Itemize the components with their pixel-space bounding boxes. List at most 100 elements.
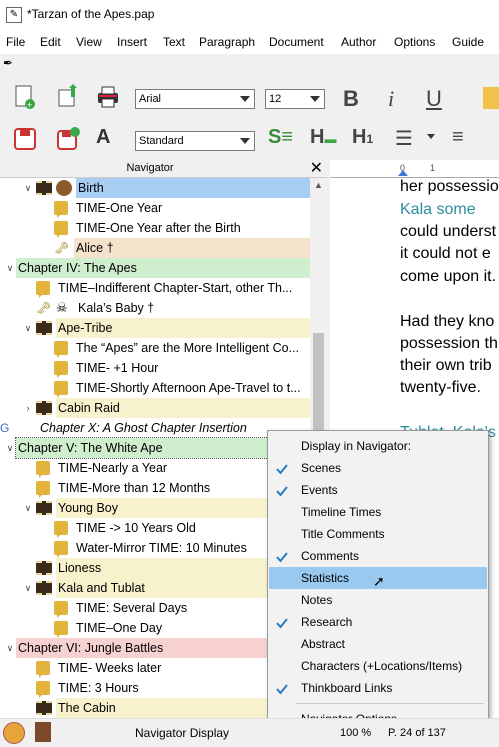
underline-icon[interactable]: U (426, 86, 442, 112)
navigator-row[interactable]: 🗝 ☠ Kala’s Baby † (0, 298, 310, 318)
status-bar: Navigator Display 100 % P. 24 of 137 (0, 718, 499, 747)
style-list-icon[interactable]: S≡ (268, 126, 293, 149)
navigator-row[interactable]: G Chapter X: A Ghost Chapter Insertion (0, 418, 310, 438)
navigator-tree[interactable]: ∨ Birth TIME-One Year TIME-One Year after t… (0, 178, 310, 718)
menu-text[interactable]: Text (163, 35, 185, 49)
menu-file[interactable]: File (6, 35, 25, 49)
font-combo[interactable]: Arial (135, 89, 255, 109)
navigator-row[interactable]: TIME-More than 12 Months (0, 478, 310, 498)
expand-chevron-icon[interactable]: ∨ (23, 318, 33, 338)
print-icon[interactable] (95, 84, 121, 110)
navigator-row[interactable]: ∨ Chapter IV: The Apes (0, 258, 310, 278)
heading1-icon[interactable]: H▬ (310, 126, 336, 149)
bold-icon[interactable]: B (343, 86, 359, 112)
editor-text-line: could underst (400, 223, 497, 240)
menu-view[interactable]: View (76, 35, 102, 49)
new-document-icon[interactable]: + (12, 84, 38, 110)
spacing-icon[interactable]: ≡ (452, 126, 464, 149)
navigator-row[interactable]: TIME: Several Days (0, 598, 310, 618)
close-icon[interactable]: ✕ (310, 158, 323, 178)
collapse-chevron-icon[interactable]: › (23, 398, 33, 418)
navigator-row[interactable]: › Cabin Raid (0, 398, 310, 418)
navigator-row-label: Chapter IV: The Apes (16, 258, 310, 278)
expand-chevron-icon[interactable]: ∨ (23, 498, 33, 518)
menu-paragraph[interactable]: Paragraph (199, 35, 255, 49)
comment-icon (36, 661, 50, 678)
menu-options[interactable]: Options (394, 35, 435, 49)
heading2-icon[interactable]: H1 (352, 126, 373, 149)
comment-icon (54, 361, 68, 378)
indent-marker-icon[interactable] (398, 170, 408, 176)
menu-edit[interactable]: Edit (40, 35, 61, 49)
scene-clapper-icon (36, 401, 52, 415)
save-as-icon[interactable] (55, 126, 81, 152)
navigator-row[interactable]: TIME- +1 Hour (0, 358, 310, 378)
navigator-row[interactable]: Lioness (0, 558, 310, 578)
menu-insert[interactable]: Insert (117, 35, 147, 49)
editor-text-line: possession th (400, 335, 498, 352)
book-icon[interactable] (35, 722, 51, 742)
menu-guide[interactable]: Guide (452, 35, 484, 49)
context-menu-item[interactable]: Abstract (269, 633, 487, 655)
navigator-row[interactable]: TIME-One Year (0, 198, 310, 218)
save-icon[interactable] (12, 126, 38, 152)
expand-chevron-icon[interactable]: ∨ (5, 438, 15, 458)
navigator-row[interactable]: TIME–One Day (0, 618, 310, 638)
navigator-row[interactable]: The Cabin (0, 698, 310, 718)
navigator-row[interactable]: TIME-Shortly Afternoon Ape-Travel to t..… (0, 378, 310, 398)
ruler[interactable]: 0 1 (330, 160, 499, 178)
size-combo[interactable]: 12 (265, 89, 325, 109)
font-value: Arial (139, 93, 162, 105)
navigator-row[interactable]: ∨ Chapter VI: Jungle Battles (0, 638, 310, 658)
navigator-row[interactable]: Water-Mirror TIME: 10 Minutes (0, 538, 310, 558)
expand-chevron-icon[interactable]: ∨ (23, 578, 33, 598)
expand-chevron-icon[interactable]: ∨ (5, 638, 15, 658)
no-sound-icon[interactable] (3, 722, 25, 744)
navigator-row[interactable]: TIME–Indifferent Chapter-Start, other Th… (0, 278, 310, 298)
navigator-row[interactable]: ∨ Young Boy (0, 498, 310, 518)
context-menu-item[interactable]: Statistics ➚ (269, 567, 487, 589)
context-menu-item-label: Display in Navigator: (301, 439, 412, 453)
checkmark-icon (275, 681, 289, 695)
navigator-row[interactable]: ∨ Ape-Tribe (0, 318, 310, 338)
context-menu-item-label: Characters (+Locations/Items) (301, 659, 463, 673)
expand-chevron-icon[interactable]: ∨ (23, 178, 33, 198)
italic-icon[interactable]: i (388, 86, 394, 112)
navigator-row[interactable]: TIME-Nearly a Year (0, 458, 310, 478)
list-icon[interactable]: ☰ (395, 126, 413, 151)
navigator-row[interactable]: TIME -> 10 Years Old (0, 518, 310, 538)
context-menu-item[interactable]: Research (269, 611, 487, 633)
window-title: *Tarzan of the Apes.pap (27, 7, 155, 21)
context-menu-item[interactable]: Timeline Times (269, 501, 487, 523)
context-menu-item-label: Scenes (301, 461, 342, 475)
context-menu-item[interactable]: Title Comments (269, 523, 487, 545)
context-menu-item[interactable]: Events (269, 479, 487, 501)
skull-icon: ☠ (56, 300, 68, 315)
menu-author[interactable]: Author (341, 35, 376, 49)
navigator-row[interactable]: ∨ Birth (0, 178, 310, 198)
menu-document[interactable]: Document (269, 35, 324, 49)
navigator-row[interactable]: ∨ Kala and Tublat (0, 578, 310, 598)
expand-chevron-icon[interactable]: ∨ (5, 258, 15, 278)
context-menu-item[interactable]: Scenes (269, 457, 487, 479)
list-dropdown-icon[interactable] (427, 134, 435, 139)
comment-icon (36, 281, 50, 298)
context-menu-item[interactable]: Notes (269, 589, 487, 611)
navigator-row[interactable]: 🗝 Alice † (0, 238, 310, 258)
scroll-up-icon[interactable]: ▲ (314, 180, 323, 190)
navigator-row[interactable]: TIME-One Year after the Birth (0, 218, 310, 238)
quill-icon[interactable]: ✒ (3, 56, 19, 72)
bear-icon (56, 180, 72, 196)
text-format-icon[interactable]: A (96, 126, 110, 149)
context-menu-item-label: Comments (301, 549, 360, 563)
context-menu-item[interactable]: Thinkboard Links (269, 677, 487, 699)
navigator-row[interactable]: The “Apes” are the More Intelligent Co..… (0, 338, 310, 358)
context-menu-item[interactable]: Characters (+Locations/Items) (269, 655, 487, 677)
navigator-row[interactable]: TIME- Weeks later (0, 658, 310, 678)
folder-icon[interactable] (483, 87, 499, 109)
open-document-icon[interactable] (55, 84, 81, 110)
context-menu-item[interactable]: Comments (269, 545, 487, 567)
navigator-row[interactable]: ∨ Chapter V: The White Ape (0, 437, 310, 459)
style-combo[interactable]: Standard (135, 131, 255, 151)
navigator-row[interactable]: TIME: 3 Hours (0, 678, 310, 698)
